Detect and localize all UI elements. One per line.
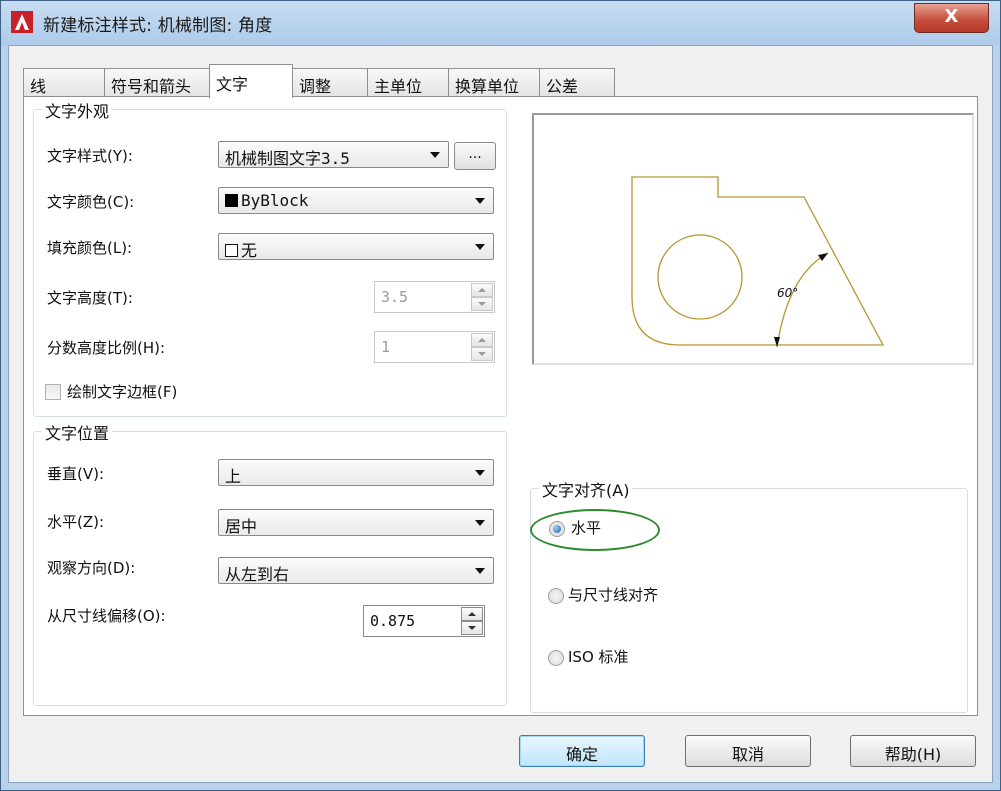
spin-up-icon[interactable]	[461, 607, 483, 621]
chevron-down-icon	[475, 568, 485, 574]
spin-down-icon[interactable]	[461, 621, 483, 635]
tab-label: 线	[30, 77, 47, 96]
text-style-browse-button[interactable]: ...	[454, 142, 496, 170]
chevron-down-icon	[475, 520, 485, 526]
dialog-client: 线 符号和箭头 文字 调整 主单位 换算单位 公差 文字外观 文字样式(Y): …	[8, 45, 993, 783]
tab-text[interactable]: 文字	[209, 64, 293, 98]
tab-label: 文字	[216, 75, 249, 94]
ok-button[interactable]: 确定	[519, 735, 645, 767]
horizontal-value: 居中	[225, 517, 258, 536]
help-button[interactable]: 帮助(H)	[850, 735, 976, 767]
group-title: 文字外观	[42, 98, 113, 122]
align-horizontal-label: 水平	[571, 519, 602, 537]
arrow-head-icon	[818, 253, 828, 261]
chevron-down-icon	[475, 470, 485, 476]
fraction-height-value: 1	[381, 338, 391, 356]
fill-color-label: 填充颜色(L):	[47, 239, 133, 257]
spinner-buttons[interactable]	[471, 333, 493, 361]
text-style-label: 文字样式(Y):	[47, 147, 133, 165]
preview-outline	[631, 176, 885, 346]
preview-drawing: 60°	[631, 176, 885, 348]
tab-tolerances[interactable]: 公差	[539, 68, 615, 96]
spinner-buttons[interactable]	[461, 607, 483, 635]
spin-down-icon[interactable]	[471, 347, 493, 361]
fraction-height-label: 分数高度比例(H):	[47, 339, 166, 357]
text-style-select[interactable]: 机械制图文字3.5	[218, 141, 449, 168]
preview-dimension-arc	[776, 252, 829, 348]
spin-up-icon[interactable]	[471, 333, 493, 347]
vertical-value: 上	[225, 467, 242, 486]
align-dimension-line-radio[interactable]	[548, 588, 564, 604]
offset-label: 从尺寸线偏移(O):	[47, 607, 166, 625]
window-title: 新建标注样式: 机械制图: 角度	[43, 16, 273, 36]
preview-arrowheads	[774, 253, 828, 347]
align-iso-label: ISO 标准	[568, 648, 629, 666]
spin-up-icon[interactable]	[471, 283, 493, 297]
horizontal-label: 水平(Z):	[47, 513, 105, 531]
cancel-button[interactable]: 取消	[685, 735, 811, 767]
tab-primary-units[interactable]: 主单位	[367, 68, 449, 96]
preview-hole	[657, 234, 743, 320]
horizontal-select[interactable]: 居中	[218, 509, 494, 536]
fill-color-value: 无	[241, 241, 258, 260]
group-title: 文字位置	[42, 420, 113, 444]
vertical-label: 垂直(V):	[47, 465, 105, 483]
chevron-down-icon	[475, 244, 485, 250]
spinner-buttons[interactable]	[471, 283, 493, 311]
tab-label: 主单位	[374, 77, 423, 96]
offset-value: 0.875	[370, 612, 416, 630]
color-swatch	[225, 244, 238, 257]
group-title: 文字对齐(A)	[539, 477, 633, 501]
close-icon: X	[944, 6, 959, 27]
align-dimension-line-label: 与尺寸线对齐	[568, 586, 659, 604]
preview-angle-text: 60°	[777, 286, 798, 300]
offset-spinner[interactable]: 0.875	[363, 605, 485, 637]
fraction-height-spinner[interactable]: 1	[374, 331, 495, 363]
tab-fit[interactable]: 调整	[292, 68, 368, 96]
fill-color-select[interactable]: 无	[218, 233, 494, 260]
text-color-select[interactable]: ByBlock	[218, 187, 494, 214]
title-bar[interactable]: 新建标注样式: 机械制图: 角度 X	[1, 1, 1000, 45]
text-color-value: ByBlock	[241, 191, 309, 210]
draw-frame-checkbox[interactable]	[45, 384, 61, 400]
text-height-value: 3.5	[381, 288, 409, 306]
tab-panel-text: 文字外观 文字样式(Y): 机械制图文字3.5 ... 文字颜色(C): ByB…	[23, 96, 978, 716]
view-direction-label: 观察方向(D):	[47, 559, 136, 577]
spin-down-icon[interactable]	[471, 297, 493, 311]
dialog-window: 新建标注样式: 机械制图: 角度 X 线 符号和箭头 文字 调整 主单位 换算单…	[0, 0, 1001, 791]
view-direction-value: 从左到右	[225, 565, 290, 584]
close-button[interactable]: X	[914, 3, 989, 33]
color-swatch	[225, 194, 238, 207]
chevron-down-icon	[430, 152, 440, 158]
tab-label: 公差	[546, 77, 579, 96]
text-style-value: 机械制图文字3.5	[225, 149, 350, 168]
draw-frame-label: 绘制文字边框(F)	[67, 383, 178, 401]
tab-label: 调整	[299, 77, 332, 96]
align-horizontal-radio[interactable]	[549, 521, 565, 537]
tab-symbols-arrows[interactable]: 符号和箭头	[104, 68, 210, 96]
preview-pane: 60°	[532, 113, 974, 365]
text-color-label: 文字颜色(C):	[47, 193, 135, 211]
align-iso-radio[interactable]	[548, 650, 564, 666]
text-height-spinner[interactable]: 3.5	[374, 281, 495, 313]
tab-label: 换算单位	[455, 77, 520, 96]
chevron-down-icon	[475, 198, 485, 204]
preview-geometry	[631, 176, 885, 348]
text-height-label: 文字高度(T):	[47, 289, 133, 307]
tab-label: 符号和箭头	[111, 77, 192, 96]
autocad-logo-icon	[11, 11, 33, 33]
vertical-select[interactable]: 上	[218, 459, 494, 486]
view-direction-select[interactable]: 从左到右	[218, 557, 494, 584]
tab-lines[interactable]: 线	[23, 68, 105, 96]
tab-alternate-units[interactable]: 换算单位	[448, 68, 540, 96]
